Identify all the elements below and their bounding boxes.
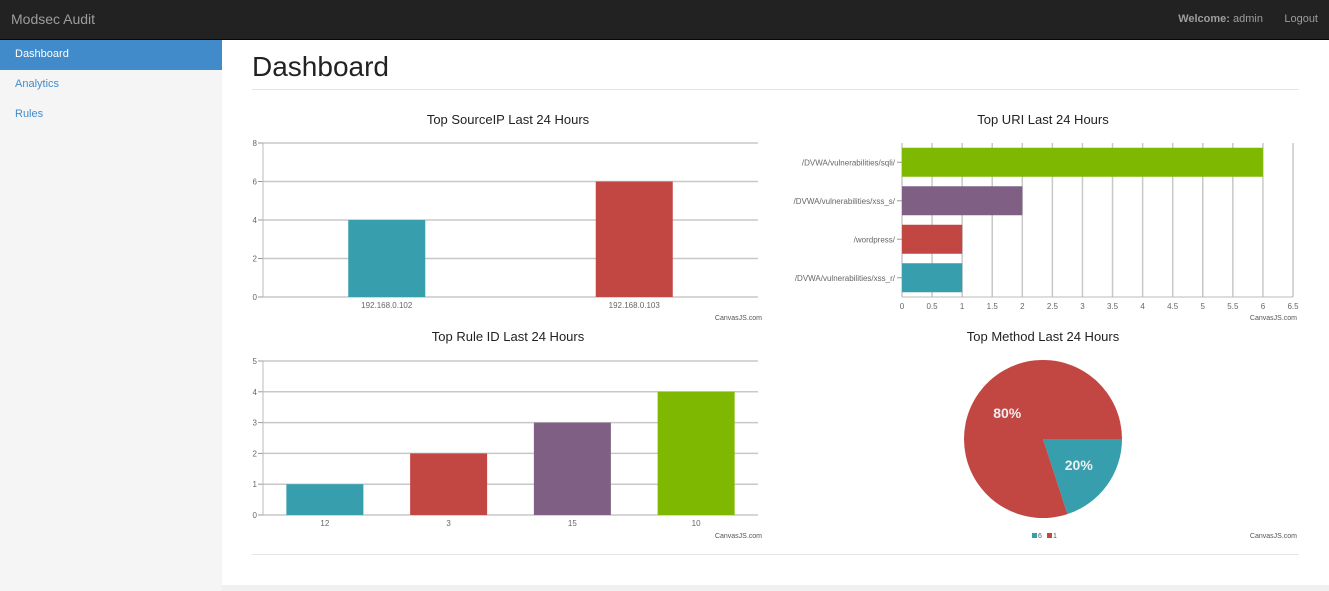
main-content	[222, 40, 1329, 585]
logout-link[interactable]: Logout	[1284, 13, 1318, 25]
brand-link[interactable]: Modsec Audit	[11, 11, 95, 27]
bottom-strip	[222, 585, 1329, 591]
sidebar-item-dashboard[interactable]: Dashboard	[0, 40, 222, 70]
user-name: admin	[1233, 13, 1263, 25]
title-divider	[252, 89, 1299, 90]
top-navbar: Modsec Audit Welcome: admin Logout	[0, 0, 1329, 40]
bottom-divider	[252, 554, 1299, 555]
welcome-label: Welcome:	[1178, 13, 1230, 25]
page-title: Dashboard	[252, 51, 389, 82]
welcome-text: Welcome: admin	[1178, 13, 1263, 25]
sidebar-item-analytics[interactable]: Analytics	[0, 70, 222, 100]
sidebar: Dashboard Analytics Rules	[0, 40, 222, 591]
sidebar-item-rules[interactable]: Rules	[0, 100, 222, 130]
